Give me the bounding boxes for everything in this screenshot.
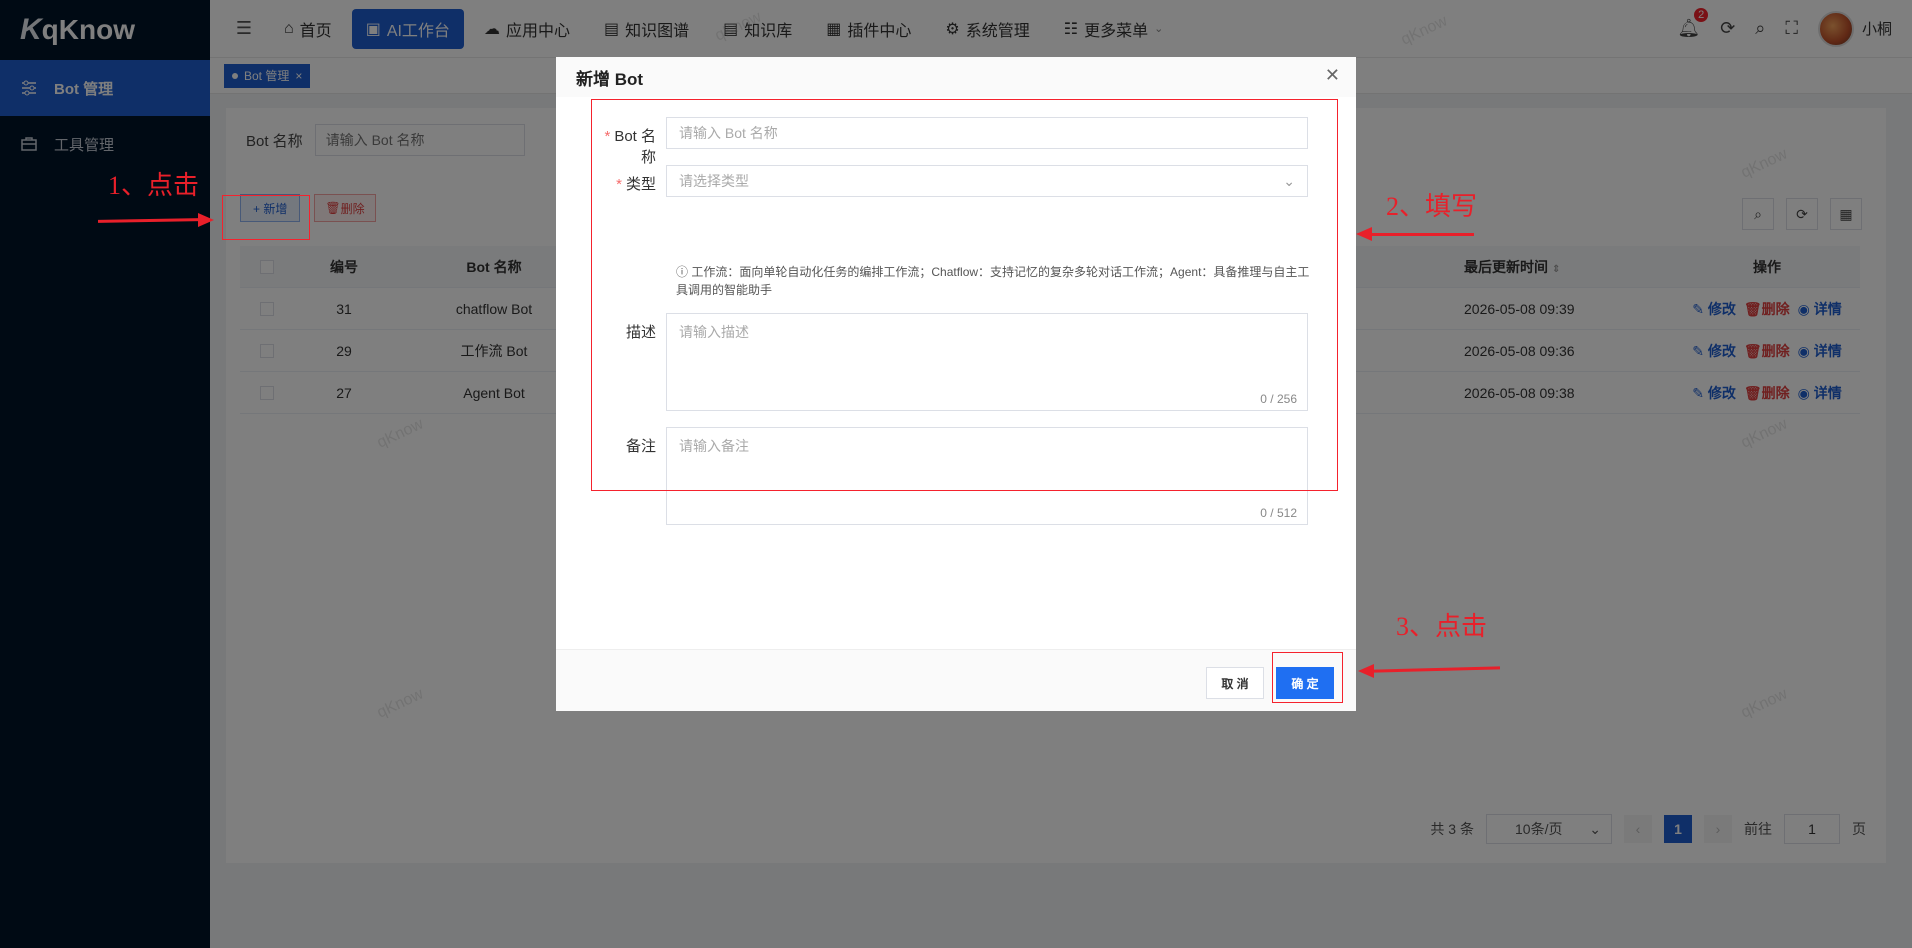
annotation-step1: 1、点击	[108, 171, 200, 200]
annotation-box-form	[591, 99, 1338, 491]
annotation-arrow-2	[1370, 233, 1474, 236]
cancel-button[interactable]: 取 消	[1206, 667, 1264, 699]
annotation-box-confirm	[1272, 652, 1343, 703]
dialog-title: 新增 Bot	[556, 57, 1356, 97]
annotation-box-add	[222, 195, 310, 240]
close-icon[interactable]: ✕	[1325, 65, 1340, 86]
annotation-step2: 2、填写	[1386, 192, 1478, 221]
char-counter: 0 / 512	[1260, 506, 1297, 520]
dialog-footer: 取 消 确 定	[556, 649, 1356, 711]
annotation-step3: 3、点击	[1396, 612, 1488, 641]
arrow-head-icon	[198, 213, 214, 227]
arrow-head-icon	[1356, 227, 1372, 241]
arrow-head-icon	[1358, 664, 1374, 678]
